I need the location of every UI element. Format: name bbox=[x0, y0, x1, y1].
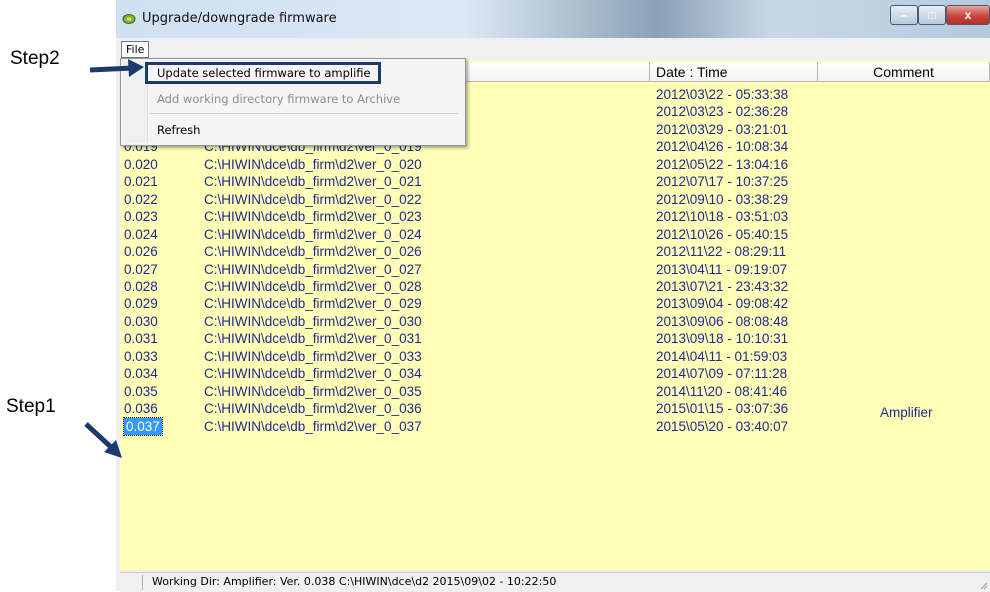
step2-arrow-icon bbox=[89, 59, 144, 77]
annotation-arrows bbox=[84, 59, 144, 458]
step1-arrow-icon bbox=[84, 422, 122, 458]
